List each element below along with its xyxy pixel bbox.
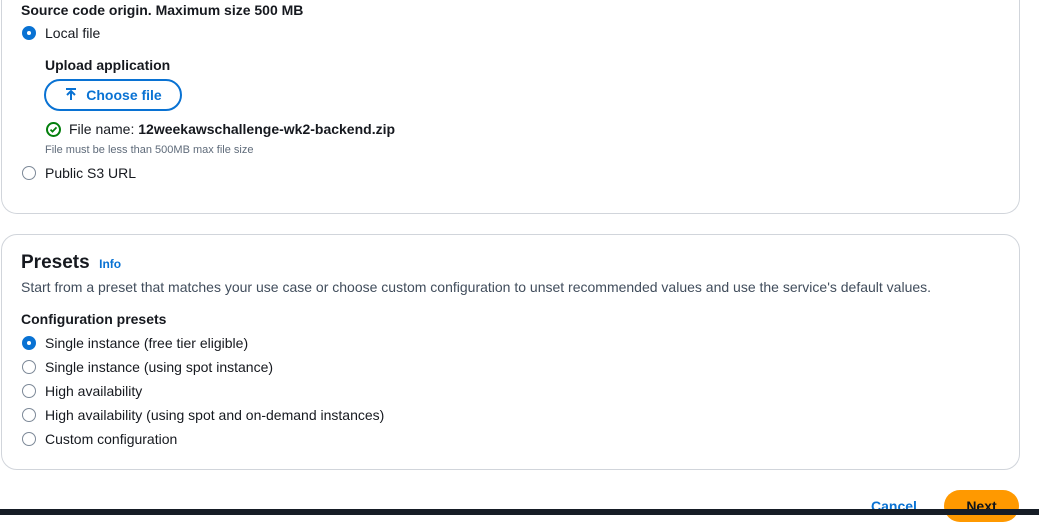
choose-file-label: Choose file [86, 87, 162, 103]
bottom-bar [0, 509, 1039, 515]
radio-label-public-s3-url[interactable]: Public S3 URL [45, 165, 136, 181]
file-name-line: File name: 12weekawschallenge-wk2-backen… [69, 121, 395, 137]
presets-header: Presets Info [21, 252, 121, 274]
radio-label-local-file[interactable]: Local file [45, 25, 100, 41]
radio-preset-single-spot[interactable] [22, 360, 36, 374]
presets-description: Start from a preset that matches your us… [21, 279, 932, 295]
radio-public-s3-url[interactable] [22, 166, 36, 180]
upload-arrow-icon [64, 87, 78, 104]
source-heading: Source code origin. Maximum size 500 MB [21, 2, 304, 18]
radio-label-preset-high-availability[interactable]: High availability [45, 383, 142, 399]
radio-preset-high-availability[interactable] [22, 384, 36, 398]
file-name-prefix: File name: [69, 121, 135, 137]
radio-label-preset-single-instance[interactable]: Single instance (free tier eligible) [45, 335, 248, 351]
radio-preset-high-availability-spot[interactable] [22, 408, 36, 422]
radio-local-file[interactable] [22, 26, 36, 40]
presets-title: Presets [21, 252, 90, 273]
radio-preset-single-instance[interactable] [22, 336, 36, 350]
file-size-hint: File must be less than 500MB max file si… [45, 144, 254, 156]
configuration-presets-label: Configuration presets [21, 311, 167, 327]
radio-label-preset-custom[interactable]: Custom configuration [45, 431, 177, 447]
upload-application-label: Upload application [45, 57, 171, 73]
radio-preset-custom[interactable] [22, 432, 36, 446]
radio-label-preset-high-availability-spot[interactable]: High availability (using spot and on-dem… [45, 407, 384, 423]
next-button[interactable]: Next [944, 490, 1019, 522]
radio-label-preset-single-spot[interactable]: Single instance (using spot instance) [45, 359, 273, 375]
info-link[interactable]: Info [99, 257, 121, 271]
choose-file-button[interactable]: Choose file [44, 79, 182, 111]
file-name-value: 12weekawschallenge-wk2-backend.zip [138, 121, 396, 137]
success-check-icon [46, 122, 61, 137]
